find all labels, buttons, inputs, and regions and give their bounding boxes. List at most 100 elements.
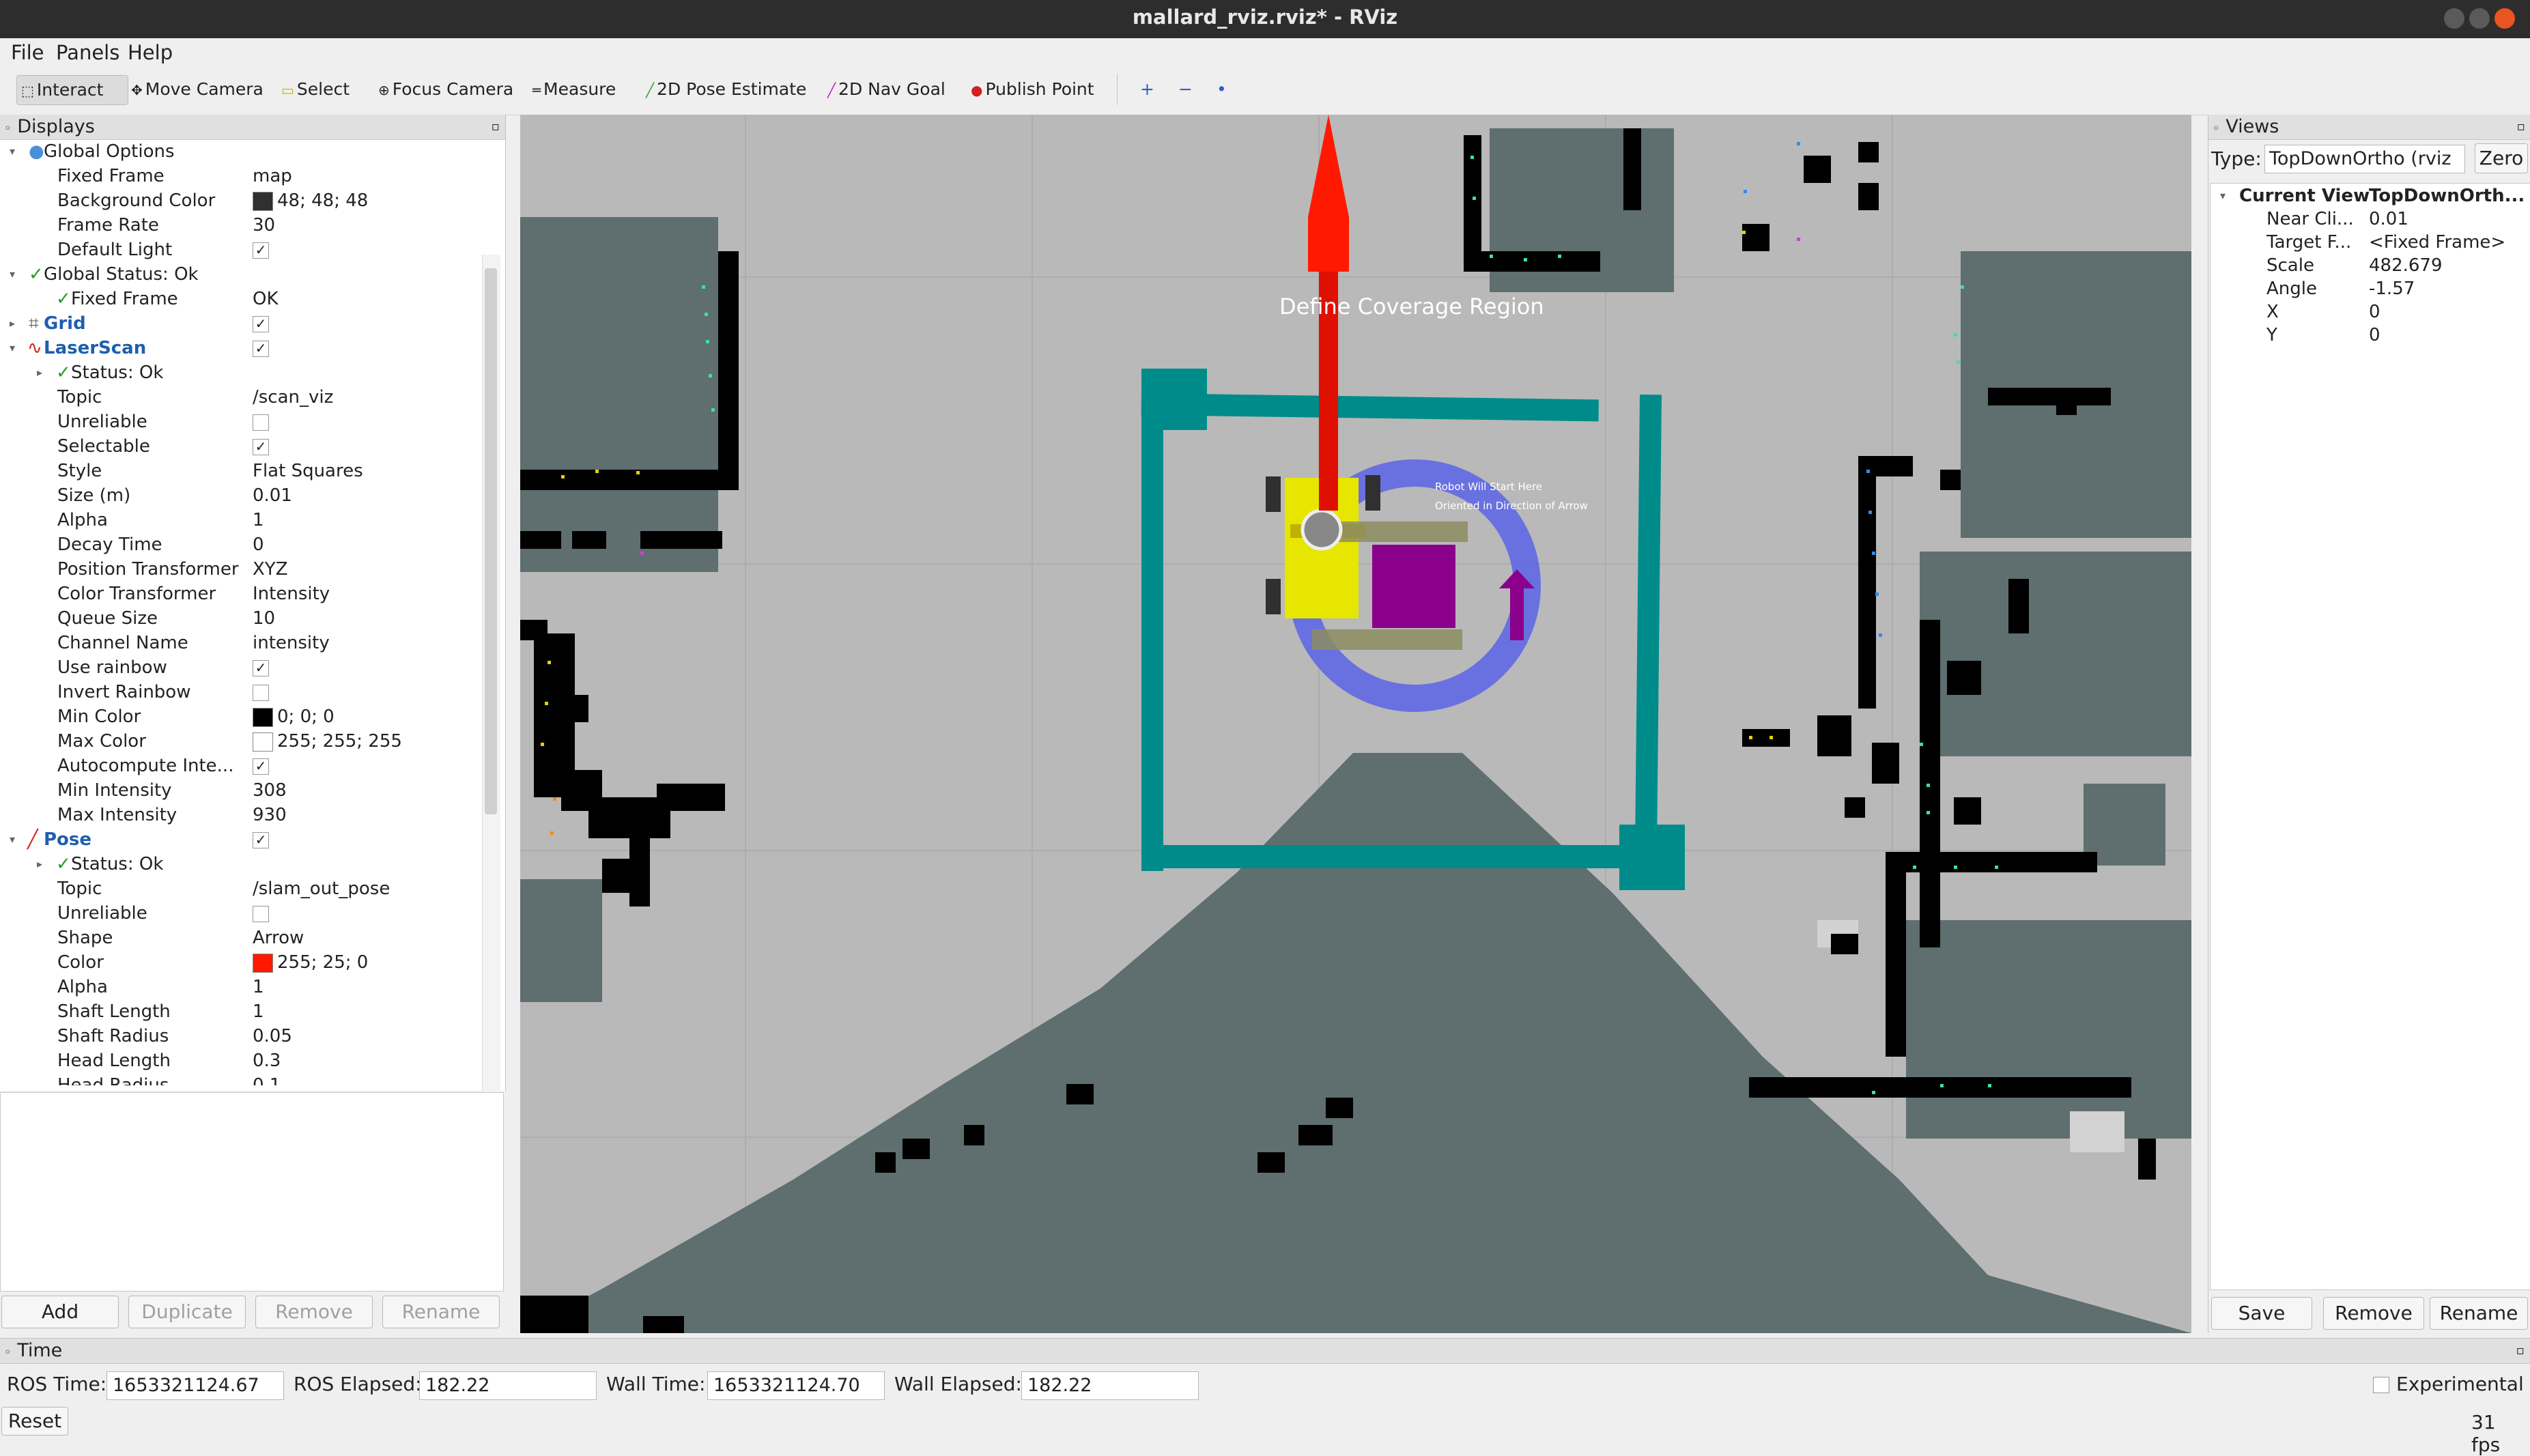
collapse-arrow-icon[interactable]: ▸ (37, 852, 42, 876)
checkbox[interactable]: ✓ (253, 242, 269, 259)
prop-default-light[interactable]: Default Light ✓ (0, 238, 481, 262)
prop-max-intensity[interactable]: Max Intensity 930 (0, 803, 481, 827)
prop-alpha[interactable]: Alpha 1 (0, 508, 481, 532)
remove-tool-button[interactable]: − (1174, 75, 1193, 104)
prop-style[interactable]: Style Flat Squares (0, 459, 481, 483)
wall-time-field[interactable]: 1653321124.70 (707, 1371, 885, 1400)
checkbox[interactable]: ✓ (253, 659, 269, 676)
tool-focus-camera[interactable]: ⊕ Focus Camera (374, 75, 513, 104)
color-swatch[interactable] (253, 732, 273, 752)
prop-head-length[interactable]: Head Length 0.3 (0, 1048, 481, 1073)
prop-invert-rainbow[interactable]: Invert Rainbow (0, 680, 481, 704)
view-prop-x[interactable]: X0 (2211, 300, 2530, 324)
ros-elapsed-field[interactable]: 182.22 (419, 1371, 597, 1400)
view-prop-near-clip[interactable]: Near Cli... 0.01 (2211, 207, 2530, 231)
expand-arrow-icon[interactable]: ▾ (10, 139, 15, 164)
prop-head-radius[interactable]: Head Radius 0.1 (0, 1073, 481, 1085)
prop-size[interactable]: Size (m) 0.01 (0, 483, 481, 508)
minimize-button[interactable] (2444, 8, 2464, 29)
expand-arrow-icon[interactable]: ▾ (2220, 184, 2226, 208)
prop-position-transformer[interactable]: Position Transformer XYZ (0, 557, 481, 582)
prop-shaft-length[interactable]: Shaft Length 1 (0, 999, 481, 1024)
checkbox[interactable] (253, 684, 269, 701)
prop-shape[interactable]: Shape Arrow (0, 926, 481, 950)
tree-grid[interactable]: ▸ ⌗ Grid ✓ (0, 311, 481, 336)
prop-channel-name[interactable]: Channel Name intensity (0, 631, 481, 655)
current-view-row[interactable]: ▾ Current View TopDownOrth... (2211, 184, 2530, 208)
expand-arrow-icon[interactable]: ▾ (10, 262, 15, 287)
prop-pose-alpha[interactable]: Alpha 1 (0, 975, 481, 999)
tree-pose-status[interactable]: ▸ ✓ Status: Ok (0, 852, 481, 876)
menu-panels[interactable]: Panels (56, 41, 119, 64)
menu-file[interactable]: File (11, 41, 44, 64)
maximize-button[interactable] (2469, 8, 2490, 29)
tool-properties-button[interactable]: • (1212, 75, 1227, 104)
checkbox[interactable] (253, 905, 269, 922)
tool-2d-pose-estimate[interactable]: ╱ 2D Pose Estimate (642, 75, 806, 104)
prop-pose-topic[interactable]: Topic/slam_out_pose (0, 876, 481, 901)
add-display-button[interactable]: Add (1, 1296, 119, 1328)
prop-pose-color[interactable]: Color 255; 25; 0 (0, 950, 481, 975)
prop-use-rainbow[interactable]: Use rainbow ✓ (0, 655, 481, 680)
view-type-select[interactable]: TopDownOrtho (rviz (2264, 145, 2465, 173)
prop-pose-unreliable[interactable]: Unreliable (0, 901, 481, 926)
tool-2d-nav-goal[interactable]: ╱ 2D Nav Goal (823, 75, 946, 104)
prop-topic[interactable]: Topic/scan_viz (0, 385, 481, 410)
expand-arrow-icon[interactable]: ▾ (10, 336, 15, 360)
view-prop-target-frame[interactable]: Target F... <Fixed Frame> (2211, 230, 2530, 255)
tool-publish-point[interactable]: ● Publish Point (967, 75, 1094, 104)
view-prop-scale[interactable]: Scale 482.679 (2211, 253, 2530, 278)
rename-view-button[interactable]: Rename (2430, 1297, 2528, 1330)
render-viewport[interactable]: Define Coverage Region Robot Will Start … (520, 115, 2191, 1333)
collapse-arrow-icon[interactable]: ▸ (37, 360, 42, 385)
zero-button[interactable]: Zero (2475, 143, 2528, 173)
collapse-arrow-icon[interactable]: ▸ (10, 311, 15, 336)
prop-min-color[interactable]: Min Color 0; 0; 0 (0, 704, 481, 729)
displays-scroll-thumb[interactable] (485, 268, 497, 814)
checkbox[interactable]: ✓ (253, 758, 269, 775)
prop-decay-time[interactable]: Decay Time 0 (0, 532, 481, 557)
panel-close-icon[interactable]: ▫ (2517, 115, 2525, 139)
color-swatch[interactable] (253, 707, 273, 727)
checkbox[interactable] (253, 414, 269, 431)
prop-fixed-frame[interactable]: Fixed Frame map (0, 164, 481, 188)
tool-measure[interactable]: ═ Measure (528, 75, 616, 104)
menu-help[interactable]: Help (128, 41, 173, 64)
duplicate-display-button[interactable]: Duplicate (128, 1296, 246, 1328)
checkbox[interactable]: ✓ (253, 438, 269, 455)
prop-max-color[interactable]: Max Color 255; 255; 255 (0, 729, 481, 754)
tree-global-options[interactable]: ▾ ● Global Options (0, 139, 481, 164)
panel-close-icon[interactable]: ▫ (2516, 1339, 2525, 1363)
prop-status-fixed-frame[interactable]: ✓ Fixed Frame OK (0, 287, 481, 311)
reset-button[interactable]: Reset (1, 1407, 68, 1436)
panel-close-icon[interactable]: ▫ (492, 115, 500, 139)
prop-color-transformer[interactable]: Color Transformer Intensity (0, 582, 481, 606)
tool-interact[interactable]: ⬚ Interact (16, 75, 128, 105)
checkbox[interactable]: ✓ (253, 315, 269, 332)
prop-autocompute-intensity[interactable]: Autocompute Inte... ✓ (0, 754, 481, 778)
prop-min-intensity[interactable]: Min Intensity 308 (0, 778, 481, 803)
checkbox[interactable]: ✓ (253, 340, 269, 357)
tree-laserscan-status[interactable]: ▸ ✓ Status: Ok (0, 360, 481, 385)
ros-time-field[interactable]: 1653321124.67 (106, 1371, 284, 1400)
remove-display-button[interactable]: Remove (255, 1296, 373, 1328)
prop-frame-rate[interactable]: Frame Rate 30 (0, 213, 481, 238)
prop-unreliable[interactable]: Unreliable (0, 410, 481, 434)
wall-elapsed-field[interactable]: 182.22 (1021, 1371, 1199, 1400)
prop-background-color[interactable]: Background Color 48; 48; 48 (0, 188, 481, 213)
tree-pose[interactable]: ▾ ╱ Pose ✓ (0, 827, 481, 852)
tool-select[interactable]: ▭ Select (277, 75, 350, 104)
save-view-button[interactable]: Save (2211, 1297, 2312, 1330)
experimental-checkbox[interactable] (2373, 1377, 2389, 1393)
expand-arrow-icon[interactable]: ▾ (10, 827, 15, 852)
rename-display-button[interactable]: Rename (382, 1296, 500, 1328)
view-prop-angle[interactable]: Angle -1.57 (2211, 276, 2530, 301)
tool-move-camera[interactable]: ✥ Move Camera (127, 75, 264, 104)
tree-global-status[interactable]: ▾ ✓ Global Status: Ok (0, 262, 481, 287)
prop-shaft-radius[interactable]: Shaft Radius 0.05 (0, 1024, 481, 1048)
prop-queue-size[interactable]: Queue Size 10 (0, 606, 481, 631)
view-prop-y[interactable]: Y0 (2211, 323, 2530, 347)
color-swatch[interactable] (253, 953, 273, 973)
prop-selectable[interactable]: Selectable ✓ (0, 434, 481, 459)
remove-view-button[interactable]: Remove (2323, 1297, 2424, 1330)
